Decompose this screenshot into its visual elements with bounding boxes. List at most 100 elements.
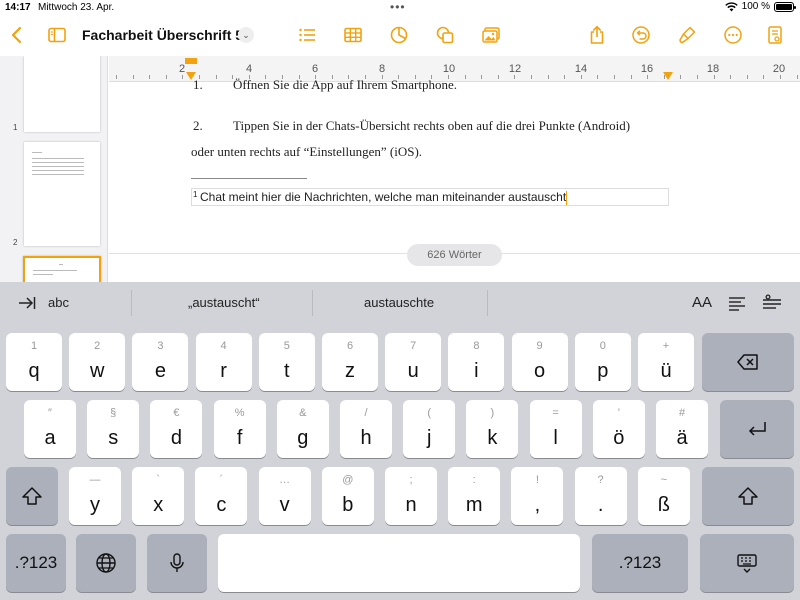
key-label: ,: [534, 494, 541, 516]
key-secondary-label: …: [279, 474, 291, 486]
suggestion-1[interactable]: „austauscht“: [188, 295, 260, 310]
paragraph-line[interactable]: oder unten rechts auf “Einstellungen” (i…: [191, 144, 422, 160]
suggestion-2[interactable]: austauschte: [364, 295, 434, 310]
paragraph-line[interactable]: Öffnen Sie die App auf Ihrem Smartphone.: [233, 77, 457, 93]
return-key[interactable]: [720, 400, 794, 458]
key-2-2[interactable]: § s: [87, 400, 140, 458]
media-icon[interactable]: [476, 20, 506, 50]
word-count-badge[interactable]: 626 Wörter: [407, 244, 502, 266]
page-thumbnail-2[interactable]: [24, 142, 100, 246]
list-icon[interactable]: [292, 20, 322, 50]
key-1-1[interactable]: 1q: [6, 333, 62, 391]
document-options-icon[interactable]: [760, 20, 790, 50]
insert-comment-icon[interactable]: [762, 294, 782, 312]
key-2-6[interactable]: / h: [340, 400, 392, 458]
battery-icon: [774, 1, 796, 12]
key-3-9[interactable]: ?.: [574, 467, 627, 525]
page-thumbnail-1[interactable]: [24, 56, 100, 132]
more-icon[interactable]: [718, 20, 748, 50]
key-3-6[interactable]: ; n: [385, 467, 437, 525]
key-3-4[interactable]: … v: [258, 467, 311, 525]
numbers-key-right[interactable]: .?123: [592, 534, 688, 592]
key-label: b: [342, 494, 354, 516]
key-2-4[interactable]: % f: [213, 400, 266, 458]
abc-label[interactable]: abc: [48, 295, 69, 310]
key-3-1[interactable]: — y: [69, 467, 121, 525]
ruler-tick: [531, 75, 532, 79]
title-chevron-down-icon[interactable]: ⌄: [238, 27, 254, 43]
key-secondary-label: /: [364, 407, 368, 419]
key-1-2[interactable]: 2w: [69, 333, 126, 391]
key-1-9[interactable]: 9o: [511, 333, 568, 391]
paragraph-line[interactable]: Tippen Sie in der Chats-Übersicht rechts…: [233, 118, 630, 134]
status-time: 14:17: [5, 2, 31, 13]
ruler-tick: [132, 75, 134, 79]
key-2-9[interactable]: = l: [529, 400, 582, 458]
key-3-2[interactable]: ` x: [132, 467, 185, 525]
align-left-icon[interactable]: [728, 296, 746, 311]
table-icon[interactable]: [338, 20, 368, 50]
key-3-8[interactable]: !,: [511, 467, 564, 525]
ruler-tick: [464, 75, 466, 79]
ruler-tick: [597, 75, 599, 79]
key-3-3[interactable]: ´ c: [195, 467, 248, 525]
list-number-2: 2.: [193, 118, 203, 133]
key-1-6[interactable]: 6z: [322, 333, 378, 391]
page-number-1: 1: [13, 123, 18, 132]
key-1-7[interactable]: 7u: [385, 333, 442, 391]
key-3-5[interactable]: @ b: [321, 467, 374, 525]
key-secondary-label: ″: [48, 407, 52, 419]
key-2-11[interactable]: # ä: [656, 400, 708, 458]
key-1-8[interactable]: 8i: [448, 333, 505, 391]
key-label: t: [284, 360, 290, 382]
hide-keyboard-key[interactable]: [700, 534, 794, 592]
suggestion-separator: [312, 290, 313, 316]
document-title[interactable]: Facharbeit Überschrift 5: [82, 27, 243, 43]
footnote-text[interactable]: Chat meint hier die Nachrichten, welche …: [200, 190, 566, 204]
key-2-10[interactable]: ’ ö: [592, 400, 645, 458]
key-1-5[interactable]: 5t: [258, 333, 315, 391]
key-3-7[interactable]: :m: [448, 467, 501, 525]
key-secondary-label: @: [342, 474, 354, 486]
share-icon[interactable]: [582, 20, 612, 50]
indent-marker-first-line[interactable]: [185, 58, 197, 64]
format-brush-icon[interactable]: [672, 20, 702, 50]
key-1-11[interactable]: + ü: [638, 333, 694, 391]
key-label: f: [236, 427, 243, 449]
ruler-tick: [116, 75, 117, 79]
page-thumbnail-3-selected[interactable]: [23, 256, 101, 282]
key-label: .: [597, 494, 604, 516]
sidebar-icon[interactable]: [42, 20, 72, 50]
multitasking-dots-icon[interactable]: •••: [390, 0, 406, 14]
shapes-icon[interactable]: [430, 20, 460, 50]
shift-key-right[interactable]: [702, 467, 794, 525]
chart-icon[interactable]: [384, 20, 414, 50]
key-2-8[interactable]: ) k: [466, 400, 519, 458]
text-size-icon[interactable]: AA: [692, 294, 712, 311]
undo-icon[interactable]: [626, 20, 656, 50]
key-1-3[interactable]: 3e: [132, 333, 189, 391]
ruler-tick: [796, 75, 798, 79]
key-2-3[interactable]: € d: [150, 400, 203, 458]
back-chevron-icon[interactable]: [2, 20, 32, 50]
ruler-label: 2: [178, 63, 186, 75]
key-2-1[interactable]: ″ a: [24, 400, 76, 458]
shift-key-left[interactable]: [6, 467, 58, 525]
key-1-4[interactable]: 4r: [195, 333, 252, 391]
key-secondary-label: ’: [617, 407, 621, 419]
ruler-label: 4: [245, 63, 253, 75]
globe-key[interactable]: [76, 534, 136, 592]
key-2-5[interactable]: & g: [276, 400, 329, 458]
key-label: u: [407, 360, 419, 382]
key-1-10[interactable]: 0p: [574, 333, 631, 391]
ruler-label: 6: [311, 63, 319, 75]
space-key[interactable]: [218, 534, 580, 592]
tab-key-icon[interactable]: [18, 295, 36, 311]
delete-key[interactable]: [702, 333, 794, 391]
microphone-key[interactable]: [147, 534, 207, 592]
key-3-10[interactable]: ~ ß: [637, 467, 690, 525]
document-canvas[interactable]: 1. Öffnen Sie die App auf Ihrem Smartpho…: [109, 77, 800, 282]
numbers-key-left[interactable]: .?123: [6, 534, 66, 592]
footnote-text-field[interactable]: 1 Chat meint hier die Nachrichten, welch…: [191, 188, 669, 206]
key-2-7[interactable]: (j: [403, 400, 456, 458]
